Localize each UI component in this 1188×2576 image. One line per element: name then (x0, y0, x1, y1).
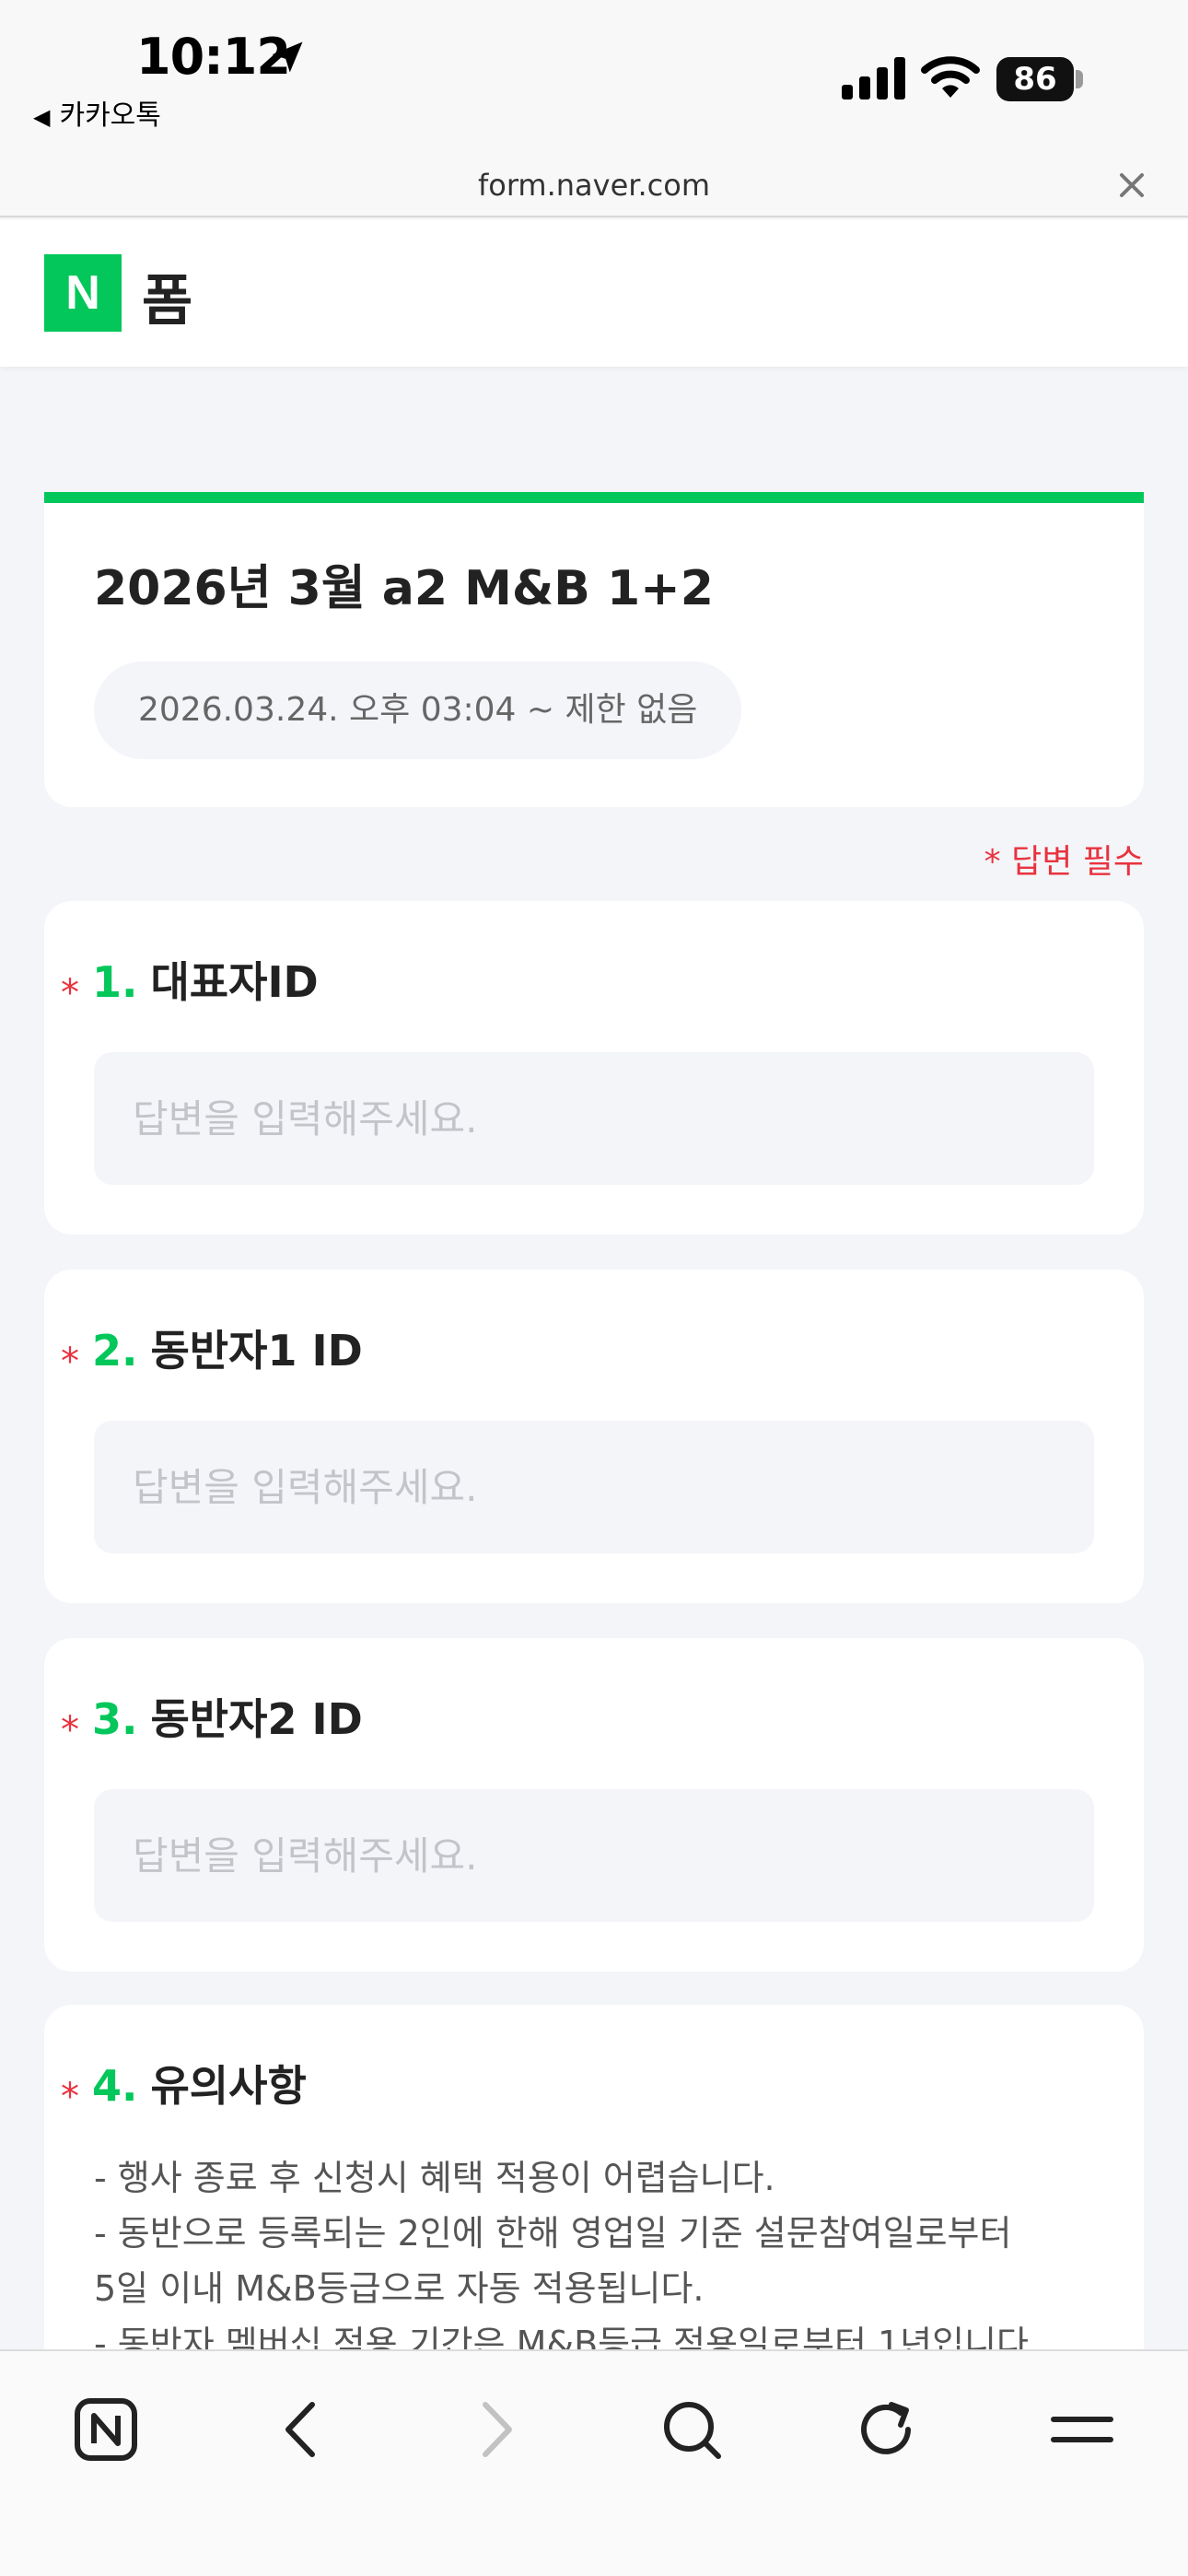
wifi-icon (921, 56, 980, 98)
forward-icon (483, 2402, 512, 2457)
question-title: 동반자2 ID (150, 1694, 363, 1744)
question-label: * 2. 동반자1 ID (61, 1317, 363, 1383)
required-star: * (61, 2075, 79, 2118)
search-icon (664, 2402, 721, 2459)
back-app-label: 카카오톡 (59, 100, 161, 132)
required-star: * (61, 1708, 79, 1751)
browser-toolbar (0, 2349, 1188, 2576)
battery-tip (1076, 70, 1083, 88)
back-to-app-link[interactable]: ◀ 카카오톡 (33, 92, 161, 133)
browser-url-bar: form.naver.com (0, 158, 1188, 217)
forward-button[interactable] (455, 2388, 538, 2471)
notice-label: * 4. 유의사항 (61, 2053, 307, 2118)
location-arrow-icon (272, 41, 303, 73)
companion1-id-input[interactable] (94, 1421, 1094, 1553)
question-title: 동반자1 ID (150, 1326, 363, 1376)
naver-home-button[interactable] (64, 2388, 147, 2471)
notice-line: 5일 이내 M&B등급으로 자동 적용됩니다. (94, 2268, 705, 2309)
site-title[interactable]: 폼 (142, 256, 192, 336)
response-period-badge: 2026.03.24. 오후 03:04 ~ 제한 없음 (94, 662, 742, 759)
close-icon[interactable] (1116, 170, 1147, 201)
form-title: 2026년 3월 a2 M&B 1+2 (94, 561, 714, 616)
notice-line: - 동반으로 등록되는 2인에 한해 영업일 기준 설문참여일로부터 (94, 2213, 1012, 2254)
reload-icon (861, 2402, 911, 2454)
battery-indicator: 86 (996, 57, 1074, 101)
question-label: * 3. 동반자2 ID (61, 1686, 363, 1751)
representative-id-input[interactable] (94, 1052, 1094, 1185)
question-card-3: * 3. 동반자2 ID (44, 1638, 1144, 1972)
search-button[interactable] (650, 2388, 733, 2471)
required-answer-note: * 답변 필수 (984, 843, 1144, 881)
back-button[interactable] (260, 2388, 343, 2471)
question-label: * 1. 대표자ID (61, 949, 319, 1014)
back-triangle-icon: ◀ (33, 104, 51, 130)
reload-button[interactable] (845, 2388, 928, 2471)
notice-body: - 행사 종료 후 신청시 혜택 적용이 어렵습니다. - 동반으로 등록되는 … (94, 2150, 1107, 2371)
form-title-card: 2026년 3월 a2 M&B 1+2 2026.03.24. 오후 03:04… (44, 492, 1144, 807)
question-number: 4. (92, 2061, 138, 2111)
companion2-id-input[interactable] (94, 1789, 1094, 1922)
question-number: 2. (92, 1326, 138, 1376)
back-icon (285, 2402, 315, 2457)
naver-logo[interactable]: N (44, 254, 122, 332)
question-number: 1. (92, 957, 138, 1007)
menu-button[interactable] (1041, 2388, 1124, 2471)
required-star: * (61, 1340, 79, 1383)
question-title: 대표자ID (150, 957, 319, 1007)
status-bar: 10:12 ◀ 카카오톡 86 (0, 0, 1188, 158)
notice-title: 유의사항 (150, 2061, 307, 2111)
question-card-2: * 2. 동반자1 ID (44, 1270, 1144, 1603)
site-header: N 폼 (0, 219, 1188, 367)
question-card-1: * 1. 대표자ID (44, 901, 1144, 1235)
cellular-signal-icon (842, 57, 905, 100)
required-star: * (61, 971, 79, 1014)
menu-icon (1051, 2417, 1113, 2442)
question-number: 3. (92, 1694, 138, 1744)
naver-home-icon (75, 2398, 137, 2461)
url-text[interactable]: form.naver.com (0, 168, 1188, 203)
notice-line: - 행사 종료 후 신청시 혜택 적용이 어렵습니다. (94, 2158, 775, 2198)
